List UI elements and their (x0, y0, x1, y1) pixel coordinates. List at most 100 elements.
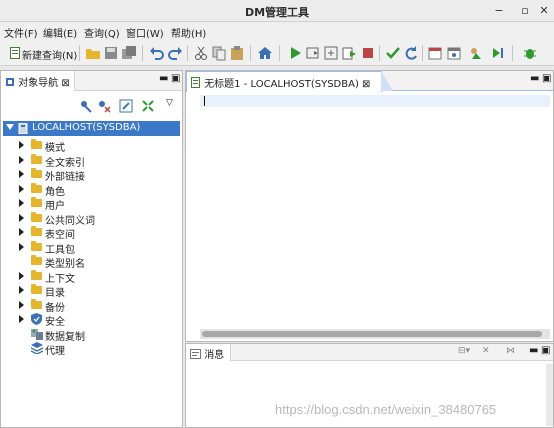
editor-tab-label: 无标题1 - LOCALHOST(SYSDBA) (204, 79, 359, 90)
navigator-tab-close-icon[interactable]: ⊠ (61, 78, 69, 89)
toolbar-separator (279, 45, 280, 61)
connect-icon[interactable] (79, 99, 93, 113)
step-into-icon[interactable] (490, 45, 506, 61)
paste-icon[interactable] (229, 45, 245, 61)
step-run-icon[interactable] (341, 45, 357, 61)
tree-node-toolkit[interactable]: 工具包 (1, 240, 171, 256)
save-all-icon[interactable] (121, 45, 137, 61)
expand-arrow-icon[interactable] (19, 155, 24, 164)
bug-icon[interactable] (522, 45, 538, 61)
sql-text-area[interactable] (200, 93, 550, 325)
tree-root-label: LOCALHOST(SYSDBA) (32, 122, 141, 133)
folder-icon (31, 298, 42, 309)
close-button[interactable]: ✕ (536, 3, 552, 19)
title-bar: DM管理工具 − ▫ ✕ (0, 0, 554, 22)
menu-help[interactable]: 帮助(H) (171, 25, 206, 40)
clear-messages-icon[interactable]: ✕ (482, 346, 490, 356)
folder-icon (31, 240, 42, 251)
pin-messages-icon[interactable]: ⋈ (506, 346, 515, 356)
horizontal-scrollbar[interactable] (200, 329, 550, 339)
text-cursor (204, 96, 205, 106)
menu-file[interactable]: 文件(F) (4, 25, 38, 40)
menu-window[interactable]: 窗口(W) (126, 25, 164, 40)
tree-node-tablespace[interactable]: 表空间 (1, 225, 171, 241)
minimize-panel-icon[interactable]: ▬ (529, 345, 538, 356)
minimize-button[interactable]: − (491, 3, 507, 19)
home-icon[interactable] (257, 45, 273, 61)
navigator-tab-bar: 对象导航 ⊠ ▬ ▣ (1, 71, 182, 91)
menu-edit[interactable]: 编辑(E) (43, 25, 77, 40)
rollback-icon[interactable] (403, 45, 419, 61)
schedule-icon[interactable] (446, 45, 462, 61)
expand-arrow-icon[interactable] (19, 242, 24, 251)
shield-icon (31, 313, 42, 325)
window-title: DM管理工具 (244, 6, 310, 19)
tree-node-context[interactable]: 上下文 (1, 269, 171, 285)
maximize-panel-icon[interactable]: ▣ (542, 73, 551, 84)
expand-arrow-icon[interactable] (6, 124, 14, 130)
expand-arrow-icon[interactable] (19, 170, 24, 178)
navigator-tab-label: 对象导航 (18, 78, 59, 89)
folder-icon (31, 255, 42, 265)
stop-icon[interactable] (360, 45, 376, 61)
disconnect-icon[interactable] (97, 99, 111, 113)
calendar-icon[interactable] (427, 45, 443, 61)
copy-icon[interactable] (211, 45, 227, 61)
open-folder-icon[interactable] (85, 45, 101, 61)
minimize-panel-icon[interactable]: ▬ (159, 73, 168, 84)
sql-editor-panel: 无标题1 - LOCALHOST(SYSDBA) ⊠ ▬ ▣ (185, 70, 554, 342)
tree-node-replication[interactable]: 数据复制 (1, 327, 171, 343)
tree-node-schema[interactable]: 模式 (1, 138, 171, 154)
expand-arrow-icon[interactable] (19, 184, 24, 193)
view-menu-icon[interactable]: ▽ (166, 98, 173, 108)
explain-icon[interactable] (323, 45, 339, 61)
scrollbar-thumb[interactable] (202, 331, 542, 337)
maximize-button[interactable]: ▫ (517, 3, 533, 19)
expand-arrow-icon[interactable] (19, 199, 24, 207)
commit-icon[interactable] (385, 45, 401, 61)
expand-arrow-icon[interactable] (19, 228, 24, 236)
folder-icon (31, 197, 42, 207)
vertical-scrollbar[interactable] (546, 364, 553, 426)
new-query-label: 新建查询(N) (22, 51, 78, 62)
tree-node-user[interactable]: 用户 (1, 196, 171, 212)
menu-query[interactable]: 查询(Q) (84, 25, 120, 40)
tree-node-agent[interactable]: 代理 (1, 341, 171, 357)
tree-node-role[interactable]: 角色 (1, 182, 171, 198)
debug-icon[interactable] (468, 45, 484, 61)
expand-arrow-icon[interactable] (19, 286, 24, 294)
expand-arrow-icon[interactable] (19, 141, 24, 149)
expand-arrow-icon[interactable] (19, 271, 24, 280)
editor-tab[interactable]: 无标题1 - LOCALHOST(SYSDBA) ⊠ (186, 71, 382, 92)
tree-node-directory[interactable]: 目录 (1, 283, 171, 299)
toolbar-separator (512, 45, 513, 61)
collapse-all-icon[interactable] (141, 99, 155, 113)
edit-icon[interactable] (119, 99, 133, 113)
maximize-panel-icon[interactable]: ▣ (541, 345, 550, 356)
run-icon[interactable] (287, 45, 303, 61)
tree-node-backup[interactable]: 备份 (1, 298, 171, 314)
tree-root-node[interactable]: LOCALHOST(SYSDBA) (3, 121, 180, 136)
editor-tab-close-icon[interactable]: ⊠ (362, 79, 370, 90)
message-tab[interactable]: 消息 (186, 344, 232, 361)
tree-node-type-alias[interactable]: 类型别名 (1, 254, 171, 270)
undo-icon[interactable] (149, 45, 165, 61)
line-gutter (188, 93, 200, 325)
run-script-icon[interactable] (305, 45, 321, 61)
save-icon[interactable] (103, 45, 119, 61)
minimize-panel-icon[interactable]: ▬ (530, 73, 539, 84)
expand-arrow-icon[interactable] (19, 213, 24, 222)
redo-icon[interactable] (167, 45, 183, 61)
main-toolbar: 新建查询(N) (0, 40, 554, 66)
tree-node-public-synonym[interactable]: 公共同义词 (1, 211, 171, 227)
expand-arrow-icon[interactable] (19, 300, 24, 309)
message-filter-icon[interactable]: ⊟▾ (458, 346, 470, 356)
tree-node-fulltext-index[interactable]: 全文索引 (1, 153, 171, 169)
cut-icon[interactable] (193, 45, 209, 61)
navigator-tab[interactable]: 对象导航 ⊠ (1, 71, 75, 91)
tree-node-external-link[interactable]: 外部链接 (1, 167, 171, 183)
maximize-panel-icon[interactable]: ▣ (171, 73, 180, 84)
expand-arrow-icon[interactable] (19, 315, 24, 323)
navigator-icon (6, 78, 14, 86)
tree-node-security[interactable]: 安全 (1, 312, 171, 328)
